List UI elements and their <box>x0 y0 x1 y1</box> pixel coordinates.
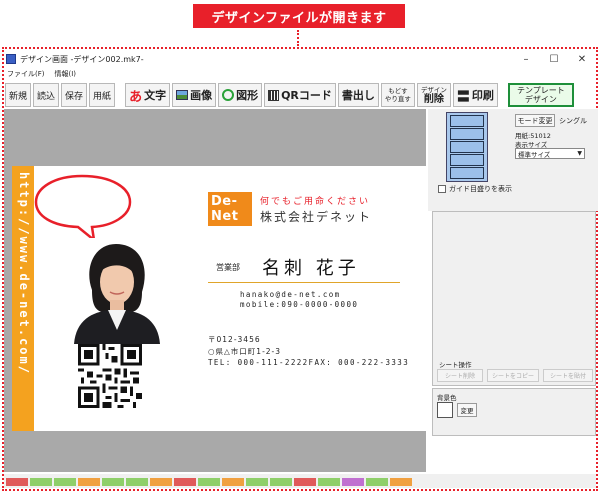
delete-label-bottom: 削除 <box>423 93 444 105</box>
url-text: http://www.de-net.com/ <box>17 172 31 375</box>
sheet-preview-panel: モード変更 シングル 用紙:51012 表示サイズ 標準サイズ ▼ ガイド目盛り… <box>428 109 598 211</box>
template-tab[interactable] <box>150 478 172 486</box>
template-tab[interactable] <box>342 478 364 486</box>
image-button-label: 画像 <box>190 89 213 102</box>
text-button-label: 文字 <box>144 89 167 102</box>
guide-label: ガイド目盛りを表示 <box>449 185 512 193</box>
template-tab[interactable] <box>222 478 244 486</box>
address-text[interactable]: ○県△市口町1-2-3 <box>208 346 281 357</box>
minimize-button[interactable]: – <box>512 54 540 65</box>
chevron-down-icon: ▼ <box>577 150 582 157</box>
company-name[interactable]: 株式会社デネット <box>260 208 372 225</box>
callout-label: デザインファイルが開きます <box>193 4 405 28</box>
template-tab[interactable] <box>246 478 268 486</box>
print-icon: 〓 <box>456 89 470 105</box>
url-strip[interactable]: http://www.de-net.com/ <box>12 166 34 431</box>
delete-label-top: デザイン <box>420 85 447 94</box>
circle-icon <box>222 89 235 101</box>
template-tab[interactable] <box>30 478 52 486</box>
template-tab[interactable] <box>174 478 196 486</box>
tagline[interactable]: 何でもご用命ください <box>260 194 370 207</box>
person-name[interactable]: 名刺 花子 <box>262 254 360 280</box>
qr-code[interactable] <box>78 344 142 408</box>
delete-design-button[interactable]: デザイン 削除 <box>416 83 451 107</box>
callout-connector <box>297 30 299 46</box>
qr-button-label: QRコード <box>281 89 332 102</box>
logo-line-1: De- <box>211 194 238 209</box>
save-button[interactable]: 保存 <box>61 83 88 107</box>
redo-label: やり直す <box>384 95 411 103</box>
sheet-copy-button[interactable]: シートをコピー <box>487 369 539 382</box>
menu-bar: ファイル(F) 情報(I) <box>4 68 596 80</box>
background-color-swatch[interactable] <box>437 402 453 418</box>
logo-line-2: Net <box>211 209 239 224</box>
shape-button-label: 図形 <box>236 89 259 102</box>
template-tab[interactable] <box>126 478 148 486</box>
business-card[interactable]: http://www.de-net.com/ De- Net 何でもご用命くださ… <box>12 166 426 431</box>
template-strip <box>4 474 596 488</box>
new-button[interactable]: 新規 <box>5 83 32 107</box>
qr-button[interactable]: QRコード <box>264 83 336 107</box>
email-text[interactable]: hanako@de-net.com <box>240 290 341 299</box>
tel-fax-text[interactable]: TEL: 000-111-2222FAX: 000-222-3333 <box>208 358 409 367</box>
maximize-button[interactable]: ☐ <box>540 54 568 65</box>
speech-bubble[interactable] <box>32 172 132 242</box>
sheet-operations-panel: シート操作 シート削除 シートをコピー シートを貼付 <box>432 211 596 386</box>
guide-toggle[interactable]: ガイド目盛りを表示 <box>438 184 512 194</box>
print-button-label: 印刷 <box>471 89 494 102</box>
template-tab[interactable] <box>270 478 292 486</box>
template-tab[interactable] <box>198 478 220 486</box>
mobile-text[interactable]: mobile:090-0000-0000 <box>240 300 358 309</box>
name-underline[interactable] <box>208 282 400 283</box>
template-tab[interactable] <box>6 478 28 486</box>
menu-file[interactable]: ファイル(F) <box>7 69 45 79</box>
undo-redo-button[interactable]: もどす やり直す <box>380 83 415 107</box>
paper-button[interactable]: 用紙 <box>89 83 116 107</box>
template-tab[interactable] <box>366 478 388 486</box>
template-tab[interactable] <box>318 478 340 486</box>
sheet-thumbnail[interactable] <box>446 112 488 182</box>
department[interactable]: 営業部 <box>216 262 240 273</box>
background-color-panel: 背景色 変更 <box>432 388 596 436</box>
shape-button[interactable]: 図形 <box>218 83 263 107</box>
menu-info[interactable]: 情報(I) <box>55 69 77 79</box>
read-button[interactable]: 読込 <box>33 83 60 107</box>
toolbar: 新規 読込 保存 用紙 あ 文字 画像 図形 QRコード 書出し もどす やり直… <box>4 82 596 108</box>
text-button[interactable]: あ 文字 <box>125 83 171 107</box>
template-design-button[interactable]: テンプレート デザイン <box>507 83 574 107</box>
guide-checkbox[interactable] <box>438 185 446 193</box>
display-size-select[interactable]: 標準サイズ ▼ <box>515 148 585 159</box>
print-button[interactable]: 〓 印刷 <box>452 83 498 107</box>
sheet-delete-button[interactable]: シート削除 <box>437 369 483 382</box>
mode-label: シングル <box>559 117 587 125</box>
image-button[interactable]: 画像 <box>172 83 217 107</box>
app-icon <box>6 54 16 64</box>
template-label-top: テンプレート <box>517 86 565 95</box>
image-icon <box>176 90 189 100</box>
template-label-bottom: デザイン <box>524 95 557 104</box>
window-title: デザイン画面 -デザイン002.mk7- <box>20 54 144 64</box>
display-size-value: 標準サイズ <box>518 150 551 159</box>
qr-icon <box>268 89 280 101</box>
text-icon: あ <box>129 89 143 105</box>
template-tab[interactable] <box>294 478 316 486</box>
portrait-photo[interactable] <box>70 238 162 344</box>
company-logo[interactable]: De- Net <box>208 192 252 226</box>
template-tab[interactable] <box>102 478 124 486</box>
undo-label: もどす <box>388 87 408 95</box>
template-tab[interactable] <box>78 478 100 486</box>
template-tab[interactable] <box>54 478 76 486</box>
title-bar: デザイン画面 -デザイン002.mk7- – ☐ ✕ <box>4 50 596 68</box>
background-color-label: 背景色 <box>437 394 457 402</box>
export-button[interactable]: 書出し <box>337 83 379 107</box>
mode-change-button[interactable]: モード変更 <box>515 114 555 127</box>
close-button[interactable]: ✕ <box>568 54 596 65</box>
sheet-operations-label: シート操作 <box>439 361 472 369</box>
sheet-paste-button[interactable]: シートを貼付 <box>543 369 593 382</box>
zip-code[interactable]: 〒012-3456 <box>208 334 261 345</box>
design-canvas[interactable]: http://www.de-net.com/ De- Net 何でもご用命くださ… <box>4 109 426 472</box>
background-change-button[interactable]: 変更 <box>457 403 477 417</box>
template-tab[interactable] <box>390 478 412 486</box>
